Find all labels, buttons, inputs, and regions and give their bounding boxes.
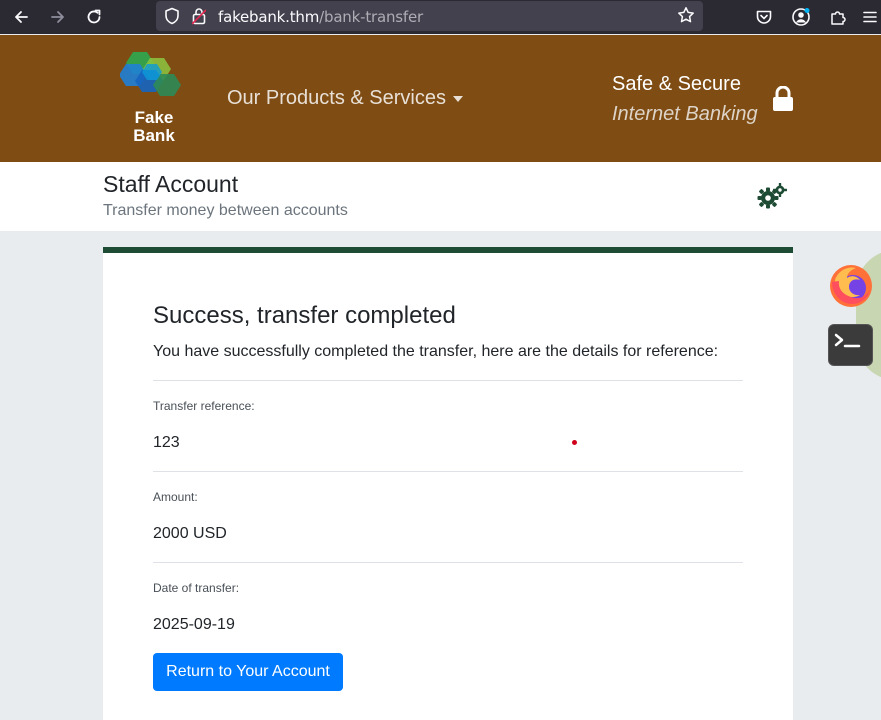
logo-line-1: Fake — [134, 108, 174, 127]
forward-arrow-icon[interactable] — [46, 5, 70, 29]
caret-down-icon — [452, 95, 463, 102]
url-text[interactable]: fakebank.thm/bank-transfer — [218, 8, 423, 26]
amount-label: Amount: — [153, 490, 198, 504]
terminal-icon[interactable] — [828, 324, 873, 366]
reload-icon[interactable] — [82, 5, 106, 29]
insecure-lock-icon[interactable] — [191, 7, 207, 30]
success-message: You have successfully completed the tran… — [153, 343, 719, 360]
account-icon[interactable] — [789, 5, 813, 29]
browser-toolbar: fakebank.thm/bank-transfer — [0, 0, 881, 34]
date-value: 2025-09-19 — [153, 616, 235, 633]
return-to-account-button[interactable]: Return to Your Account — [153, 653, 343, 691]
account-subtitle: Transfer money between accounts — [103, 202, 348, 219]
transfer-reference-label: Transfer reference: — [153, 399, 255, 413]
url-path: /bank-transfer — [319, 8, 423, 26]
bookmark-star-icon[interactable] — [677, 6, 695, 29]
safe-secure-label: Safe & Secure — [612, 73, 741, 95]
url-bar[interactable]: fakebank.thm/bank-transfer — [156, 1, 703, 31]
lock-icon — [772, 85, 794, 112]
amount-value: 2000 USD — [153, 525, 227, 542]
firefox-icon[interactable] — [827, 262, 875, 310]
transfer-reference-value: 123 — [153, 434, 180, 451]
extensions-icon[interactable] — [826, 5, 850, 29]
menu-icon[interactable] — [858, 5, 881, 29]
shield-icon[interactable] — [164, 7, 180, 30]
gears-icon[interactable] — [757, 183, 787, 211]
back-arrow-icon[interactable] — [9, 5, 33, 29]
divider — [153, 562, 743, 563]
logo-line-2: Bank — [133, 126, 175, 145]
fake-bank-logo-icon[interactable] — [119, 52, 186, 104]
red-dot — [572, 440, 577, 445]
products-services-dropdown[interactable]: Our Products & Services — [227, 87, 463, 110]
account-title: Staff Account — [103, 171, 239, 197]
internet-banking-label: Internet Banking — [612, 103, 758, 125]
success-title: Success, transfer completed — [153, 302, 456, 329]
date-label: Date of transfer: — [153, 581, 240, 595]
divider — [153, 380, 743, 381]
logo-text: Fake Bank — [131, 109, 177, 145]
pocket-icon[interactable] — [752, 5, 776, 29]
url-domain: fakebank.thm — [218, 8, 320, 26]
products-services-label: Our Products & Services — [227, 87, 446, 109]
divider — [153, 471, 743, 472]
